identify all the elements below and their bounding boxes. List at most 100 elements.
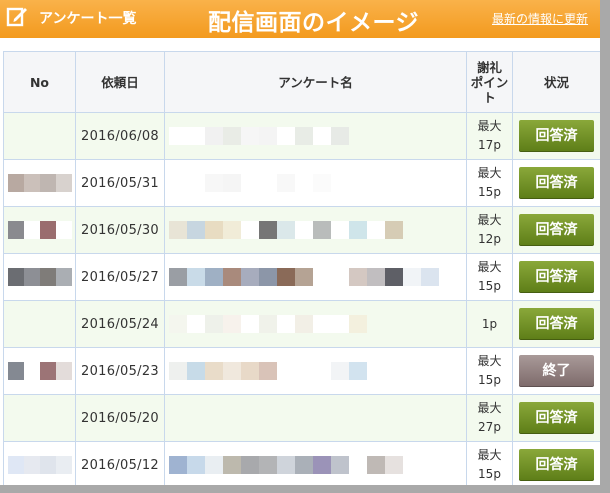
mosaic-block [295, 362, 313, 380]
status-cell: 回答済 [512, 441, 600, 485]
mosaic-block [313, 456, 331, 474]
answered-status-button[interactable]: 回答済 [519, 261, 594, 293]
mosaic-block [56, 456, 72, 474]
mosaic-block [385, 221, 403, 239]
mosaic-block [313, 315, 331, 333]
mosaic-block [205, 127, 223, 145]
points-prefix: 最大 [477, 166, 502, 180]
survey-number-cell [3, 206, 76, 254]
mosaic-block [223, 268, 241, 286]
request-date-cell: 2016/05/24 [75, 300, 165, 348]
survey-name-cell[interactable] [164, 253, 467, 301]
points-prefix: 最大 [477, 401, 502, 415]
mosaic-block [421, 268, 439, 286]
survey-number-cell [3, 441, 76, 485]
survey-name-cell[interactable] [164, 300, 467, 348]
table-header-row: No 依頼日 アンケート名 謝礼 ポイント 状況 [3, 51, 600, 113]
table-body: 2016/06/08 最大 17p 回答済 2016/05/31 最大 15p 回答済 2016… [3, 112, 600, 485]
mosaic-block [241, 268, 259, 286]
answered-status-button[interactable]: 回答済 [519, 120, 594, 152]
mosaic-block [331, 221, 349, 239]
mosaic-block [169, 174, 187, 192]
survey-name-cell[interactable] [164, 347, 467, 395]
mosaic-block [241, 315, 259, 333]
answered-status-button[interactable]: 回答済 [519, 167, 594, 199]
survey-number-cell [3, 159, 76, 207]
mosaic-block [187, 174, 205, 192]
mosaic-block [277, 268, 295, 286]
survey-name-cell[interactable] [164, 206, 467, 254]
points-prefix: 最大 [477, 448, 502, 462]
mosaic-block [223, 221, 241, 239]
survey-name-cell[interactable] [164, 441, 467, 485]
table-row: 2016/05/31 最大 15p 回答済 [3, 159, 600, 207]
mosaic-block [223, 315, 241, 333]
mosaic-block [40, 456, 56, 474]
mosaic-block [277, 315, 295, 333]
points-value: 1p [481, 316, 498, 331]
mosaic-block [367, 456, 385, 474]
mosaic-block [295, 127, 313, 145]
request-date-cell: 2016/05/27 [75, 253, 165, 301]
table-row: 2016/05/24 1p 回答済 [3, 300, 600, 348]
mosaic-block [8, 174, 24, 192]
reward-points-cell: 1p [466, 300, 513, 348]
table-row: 2016/05/23 最大 15p 終了 [3, 347, 600, 395]
mosaic-block [169, 315, 187, 333]
list-title: アンケート一覧 [39, 11, 137, 27]
mosaic-block [331, 315, 349, 333]
mosaic-block [313, 174, 331, 192]
survey-table-wrapper: No 依頼日 アンケート名 謝礼 ポイント 状況 2016/06/08 最大 17p… [3, 51, 600, 485]
mosaic-block [241, 174, 259, 192]
redacted-number-mosaic [8, 362, 72, 380]
redacted-number-mosaic [8, 174, 72, 192]
mosaic-block [169, 221, 187, 239]
mosaic-block [349, 268, 367, 286]
mosaic-block [40, 268, 56, 286]
table-row: 2016/05/20 最大 27p 回答済 [3, 394, 600, 442]
refresh-link[interactable]: 最新の情報に更新 [492, 10, 588, 27]
mosaic-block [169, 362, 187, 380]
mosaic-block [205, 221, 223, 239]
mosaic-block [295, 221, 313, 239]
page-title: 配信画面のイメージ [208, 10, 420, 36]
status-cell: 回答済 [512, 206, 600, 254]
answered-status-button[interactable]: 回答済 [519, 214, 594, 246]
survey-name-cell[interactable] [164, 159, 467, 207]
request-date-cell: 2016/05/20 [75, 394, 165, 442]
status-cell: 回答済 [512, 394, 600, 442]
points-value: 12p [478, 232, 501, 246]
mosaic-block [295, 315, 313, 333]
table-row: 2016/06/08 最大 17p 回答済 [3, 112, 600, 160]
survey-panel: アンケート一覧 配信画面のイメージ 最新の情報に更新 No 依頼日 アンケート名… [0, 0, 600, 485]
mosaic-block [187, 221, 205, 239]
mosaic-block [277, 362, 295, 380]
points-value: 27p [478, 420, 501, 434]
answered-status-button[interactable]: 回答済 [519, 449, 594, 481]
reward-points-cell: 最大 15p [466, 159, 513, 207]
mosaic-block [40, 362, 56, 380]
mosaic-block [331, 456, 349, 474]
mosaic-block [223, 174, 241, 192]
mosaic-block [205, 268, 223, 286]
column-header-survey-name: アンケート名 [164, 51, 467, 113]
reward-points-cell: 最大 15p [466, 253, 513, 301]
points-prefix: 最大 [477, 260, 502, 274]
mosaic-block [259, 221, 277, 239]
mosaic-block [187, 456, 205, 474]
survey-name-cell[interactable] [164, 394, 467, 442]
mosaic-block [241, 221, 259, 239]
mosaic-block [205, 362, 223, 380]
request-date-cell: 2016/05/30 [75, 206, 165, 254]
mosaic-block [205, 315, 223, 333]
answered-status-button[interactable]: 回答済 [519, 308, 594, 340]
closed-status-button[interactable]: 終了 [519, 355, 594, 387]
answered-status-button[interactable]: 回答済 [519, 402, 594, 434]
survey-number-cell [3, 394, 76, 442]
mosaic-block [24, 456, 40, 474]
mosaic-block [259, 127, 277, 145]
redacted-survey-name-mosaic [169, 221, 403, 239]
mosaic-block [403, 268, 421, 286]
survey-name-cell[interactable] [164, 112, 467, 160]
mosaic-block [56, 174, 72, 192]
